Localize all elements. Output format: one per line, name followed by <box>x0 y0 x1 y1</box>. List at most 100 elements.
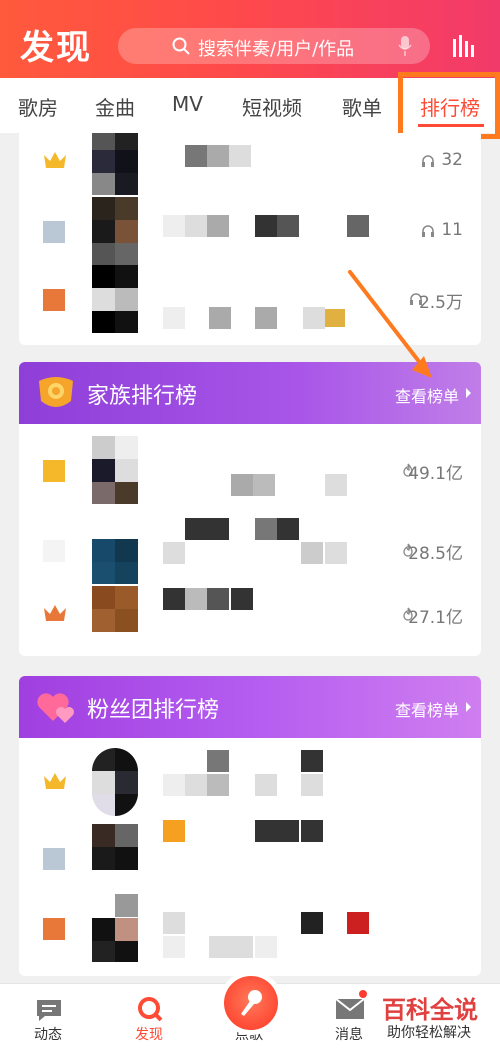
nav-label-messages[interactable]: 消息 <box>335 1024 363 1044</box>
tab-short-video[interactable]: 短视频 <box>242 92 302 121</box>
tab-gefang[interactable]: 歌房 <box>18 92 58 121</box>
blurred-name <box>163 820 185 842</box>
crown-gold-icon <box>44 773 66 789</box>
blurred-name <box>255 774 277 796</box>
tab-playlist[interactable]: 歌单 <box>342 92 382 121</box>
list-item[interactable] <box>19 742 481 822</box>
page-title: 发现 <box>20 28 92 68</box>
blurred-name <box>303 307 325 329</box>
blurred-name <box>207 588 229 610</box>
ranking-chart-icon[interactable] <box>450 33 478 57</box>
blurred-name <box>325 474 347 496</box>
chevron-right-icon <box>466 702 471 712</box>
avatar <box>92 265 138 333</box>
nav-label-discover[interactable]: 发现 <box>135 1024 163 1044</box>
blurred-name <box>185 588 207 610</box>
fan-club-ranking-title: 粉丝团排行榜 <box>87 698 220 723</box>
blurred-name <box>347 912 369 934</box>
song-request-button[interactable] <box>224 976 278 1030</box>
blurred-name <box>185 145 207 167</box>
blurred-name <box>163 588 185 610</box>
blurred-name <box>301 542 323 564</box>
blurred-name <box>301 820 323 842</box>
tab-mv[interactable]: MV <box>172 92 203 116</box>
blurred-name <box>255 307 277 329</box>
blurred-name <box>209 307 231 329</box>
blurred-name <box>277 518 299 540</box>
nav-label-feed[interactable]: 动态 <box>34 1024 62 1044</box>
family-ranking-header[interactable]: 家族排行榜 查看榜单 <box>19 362 481 424</box>
list-item[interactable] <box>19 888 481 968</box>
rank-2-badge <box>43 221 65 243</box>
message-bubble-icon[interactable] <box>35 998 63 1022</box>
annotation-highlight-box <box>398 72 500 139</box>
chevron-right-icon <box>466 388 471 398</box>
play-count: 32 <box>441 150 463 170</box>
blurred-name <box>325 542 347 564</box>
list-item[interactable]: 49.1亿 <box>19 430 481 510</box>
blurred-name <box>163 542 185 564</box>
blurred-name <box>231 936 253 958</box>
rank-3-badge <box>43 918 65 940</box>
list-item[interactable]: 27.1亿 <box>19 574 481 654</box>
watermark-subtitle: 助你轻松解决 <box>383 1022 475 1042</box>
song-ranking-card: 32 11 2.5万 <box>19 133 481 345</box>
popularity-score: 27.1亿 <box>408 608 463 628</box>
avatar <box>92 436 138 504</box>
list-item[interactable] <box>19 818 481 898</box>
microphone-icon <box>241 990 262 1016</box>
avatar <box>92 197 138 265</box>
avatar <box>92 824 138 892</box>
play-count: 11 <box>441 220 463 240</box>
blurred-name <box>207 518 229 540</box>
voice-search-icon[interactable] <box>398 36 412 56</box>
crown-gold-icon <box>44 152 66 168</box>
blurred-name <box>229 145 251 167</box>
search-bar[interactable]: 搜索伴奏/用户/作品 <box>118 28 430 64</box>
blurred-name <box>209 936 231 958</box>
blurred-name <box>255 820 277 842</box>
blurred-name <box>231 588 253 610</box>
avatar <box>92 748 138 816</box>
headphones-icon <box>422 225 434 237</box>
top-bar: 发现 搜索伴奏/用户/作品 <box>0 0 500 78</box>
blurred-name <box>163 307 185 329</box>
blurred-name <box>301 774 323 796</box>
family-ranking-card: 家族排行榜 查看榜单 49.1亿 28.5亿 27.1亿 <box>19 362 481 656</box>
watermark-title: 百科全说 <box>378 990 482 1025</box>
rank-2-badge <box>43 540 65 562</box>
fan-club-ranking-card: 粉丝团排行榜 查看榜单 <box>19 676 481 976</box>
blurred-name <box>253 474 275 496</box>
blurred-name <box>163 912 185 934</box>
discover-icon[interactable] <box>137 996 163 1022</box>
family-shield-icon <box>39 377 73 407</box>
blurred-name <box>347 215 369 237</box>
blurred-name <box>185 518 207 540</box>
blurred-name <box>163 936 185 958</box>
blurred-name <box>255 215 277 237</box>
notification-dot <box>359 990 367 998</box>
rank-1-badge <box>43 460 65 482</box>
avatar <box>92 133 138 195</box>
blurred-name <box>163 774 185 796</box>
avatar <box>92 580 138 648</box>
blurred-name <box>277 820 299 842</box>
blurred-name <box>301 750 323 772</box>
blurred-name <box>163 215 185 237</box>
blurred-name <box>207 750 229 772</box>
list-item[interactable]: 2.5万 <box>19 259 481 339</box>
mail-icon[interactable] <box>335 998 365 1020</box>
fan-club-ranking-header[interactable]: 粉丝团排行榜 查看榜单 <box>19 676 481 738</box>
blurred-name <box>277 215 299 237</box>
view-list-link[interactable]: 查看榜单 <box>395 383 459 407</box>
blurred-name <box>185 215 207 237</box>
search-icon <box>172 37 190 55</box>
blurred-name <box>207 215 229 237</box>
tab-jinqu[interactable]: 金曲 <box>95 92 135 121</box>
popularity-score: 28.5亿 <box>408 544 463 564</box>
family-ranking-title: 家族排行榜 <box>87 384 198 409</box>
blurred-name <box>255 518 277 540</box>
headphones-icon <box>422 155 434 167</box>
blurred-name <box>207 774 229 796</box>
view-list-link[interactable]: 查看榜单 <box>395 697 459 721</box>
